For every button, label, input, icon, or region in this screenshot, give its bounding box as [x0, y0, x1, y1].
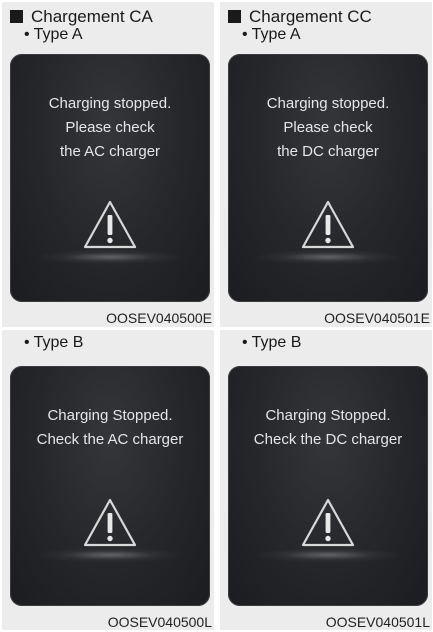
message-line: Charging stopped. [266, 95, 390, 112]
message-line: Charging Stopped. [47, 407, 173, 424]
section-heading-text: Chargement CA [31, 7, 153, 26]
section-heading: Chargement CC [228, 7, 372, 26]
square-bullet-icon [10, 10, 23, 23]
message-line: Charging Stopped. [265, 407, 391, 424]
warning-triangle-icon [301, 498, 355, 547]
bullet-icon: • [24, 26, 30, 43]
floor-glow [40, 548, 180, 562]
warning-triangle-icon [83, 498, 137, 547]
display-message: Charging Stopped. Check the DC charger [228, 404, 428, 452]
floor-glow [258, 250, 398, 264]
cluster-display: Charging Stopped. Check the DC charger [228, 366, 428, 606]
bullet-icon: • [242, 26, 248, 43]
figure-code: OOSEV040501L [325, 614, 430, 630]
display-message: Charging stopped. Please check the AC ch… [10, 92, 210, 164]
panel-ac-type-b: • Type B Charging Stopped. Check the AC c… [2, 330, 214, 630]
message-line: Please check [283, 119, 373, 136]
message-line: Charging stopped. [48, 95, 172, 112]
type-label-text: Type B [251, 334, 302, 351]
type-label: • Type A [24, 26, 83, 44]
panel-dc-type-b: • Type B Charging Stopped. Check the DC c… [220, 330, 432, 630]
square-bullet-icon [228, 10, 241, 23]
message-line: Check the AC charger [36, 431, 184, 448]
type-label: • Type B [242, 334, 301, 352]
panel-dc-type-a: Chargement CC • Type A Charging stopped. … [220, 2, 432, 327]
bullet-icon: • [242, 334, 248, 351]
cluster-display: Charging stopped. Please check the DC ch… [228, 54, 428, 302]
type-label-text: Type A [33, 26, 83, 43]
figure-code: OOSEV040501E [324, 310, 430, 326]
display-message: Charging stopped. Please check the DC ch… [228, 92, 428, 164]
figure-code: OOSEV040500E [106, 310, 212, 326]
warning-triangle-icon [83, 200, 137, 249]
section-heading: Chargement CA [10, 7, 153, 26]
message-line: the AC charger [59, 143, 161, 160]
type-label-text: Type B [33, 334, 84, 351]
message-line: Please check [65, 119, 155, 136]
type-label-text: Type A [251, 26, 301, 43]
floor-glow [40, 250, 180, 264]
message-line: Check the DC charger [253, 431, 403, 448]
message-line: the DC charger [277, 143, 379, 160]
figure-code: OOSEV040500L [107, 614, 212, 630]
warning-triangle-icon [301, 200, 355, 249]
cluster-display: Charging Stopped. Check the AC charger [10, 366, 210, 606]
floor-glow [258, 548, 398, 562]
type-label: • Type B [24, 334, 83, 352]
cluster-display: Charging stopped. Please check the AC ch… [10, 54, 210, 302]
bullet-icon: • [24, 334, 30, 351]
panel-ac-type-a: Chargement CA • Type A Charging stopped. … [2, 2, 214, 327]
display-message: Charging Stopped. Check the AC charger [10, 404, 210, 452]
section-heading-text: Chargement CC [249, 7, 372, 26]
type-label: • Type A [242, 26, 301, 44]
